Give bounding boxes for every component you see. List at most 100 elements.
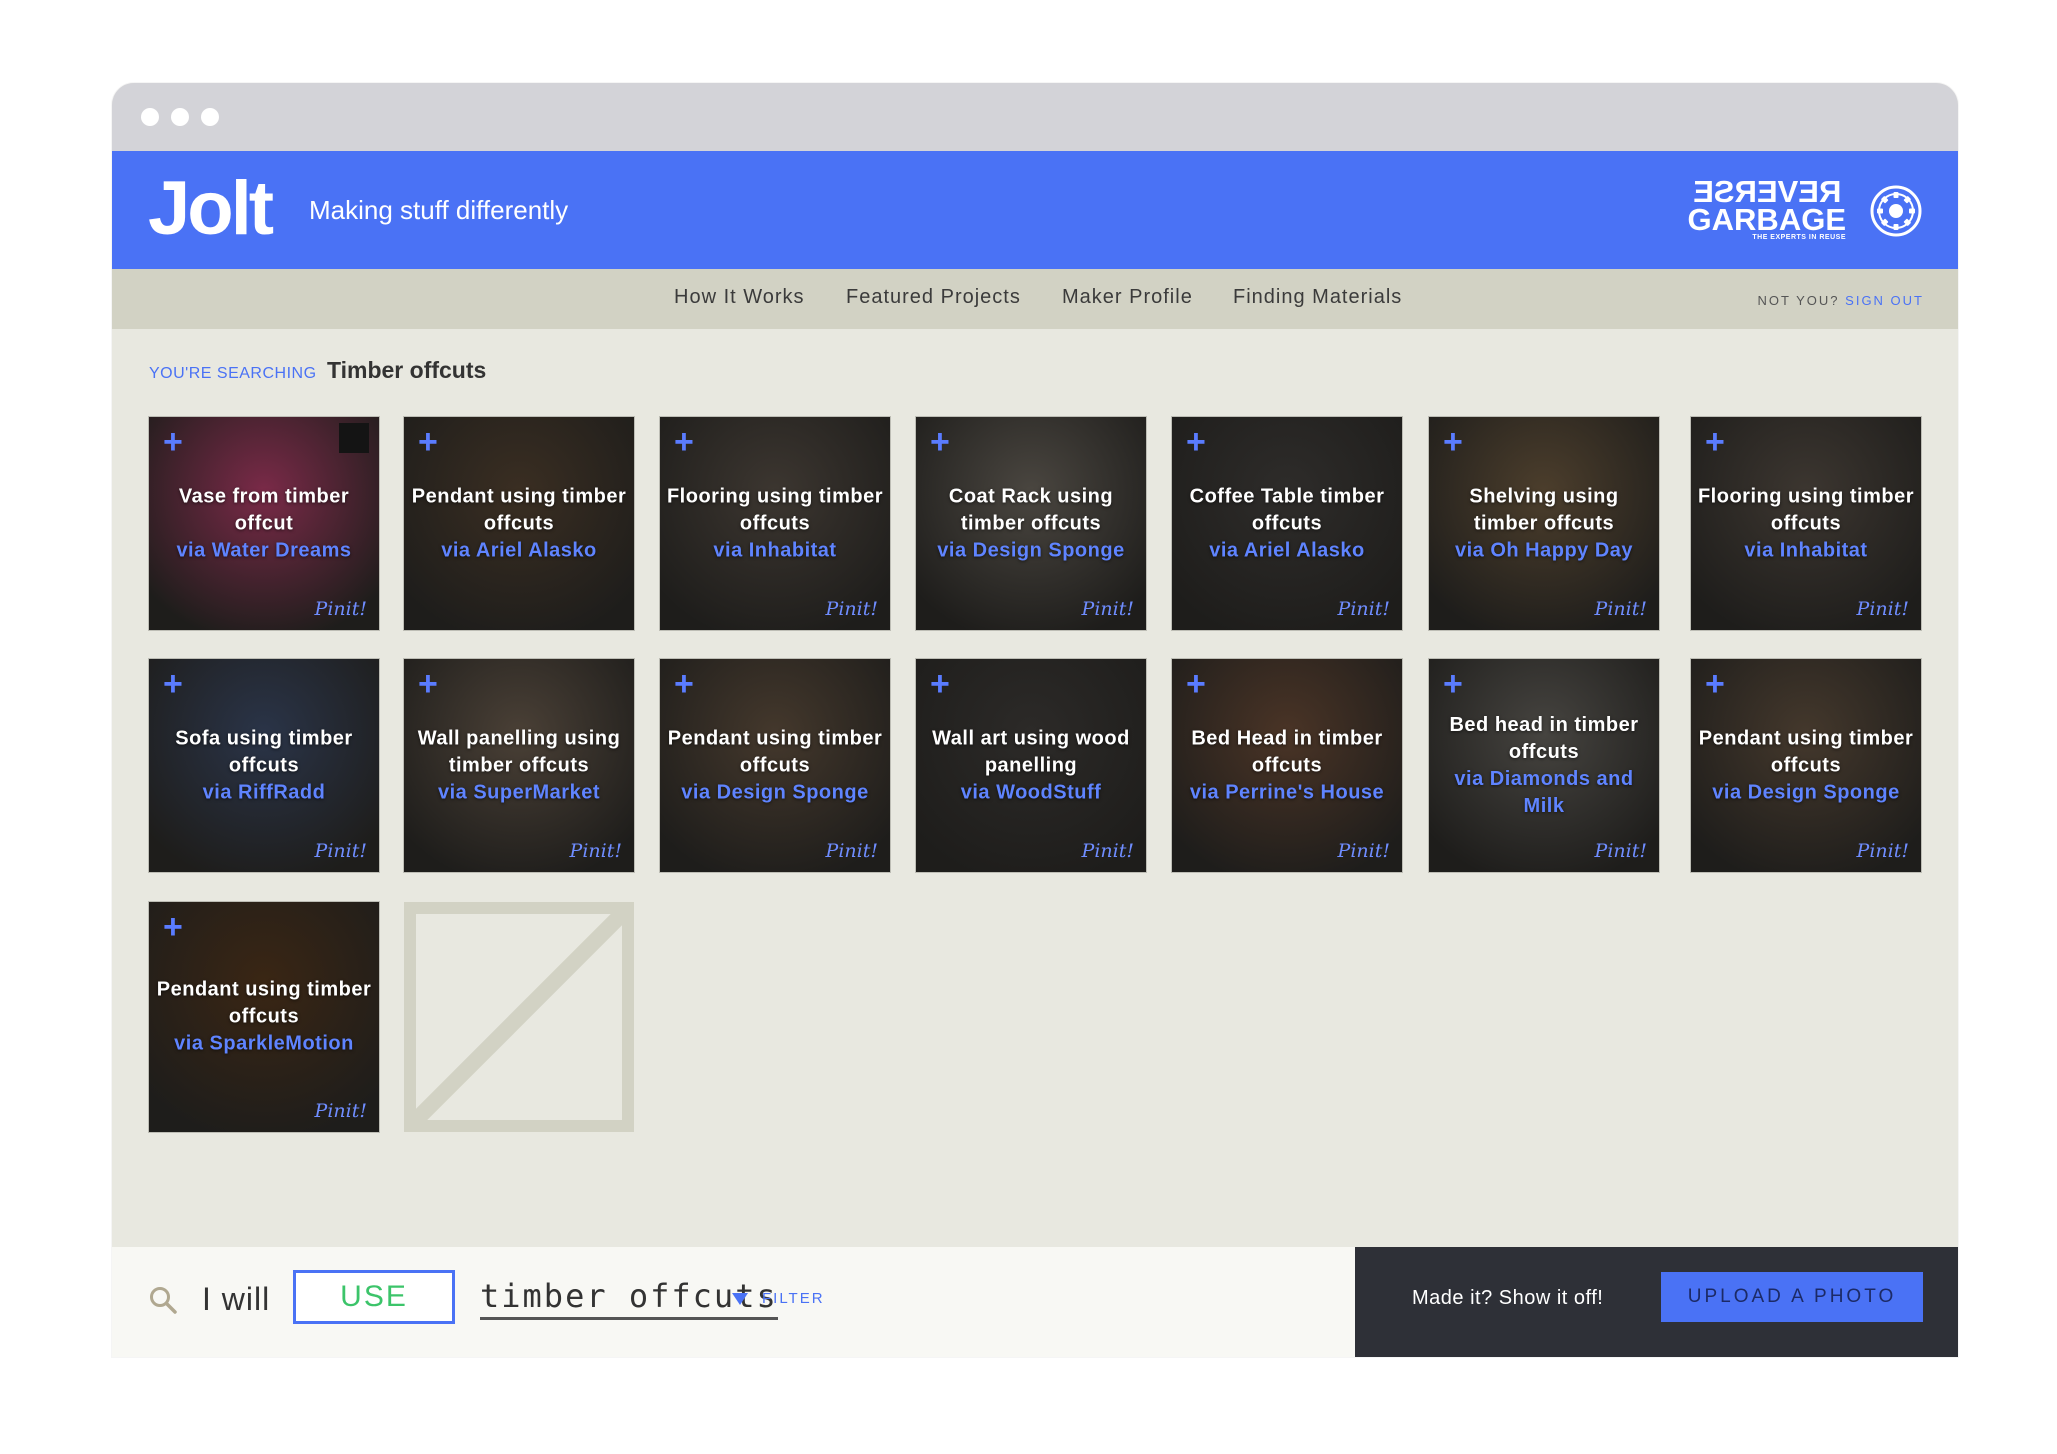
tile-title: Coffee Table timber offcuts bbox=[1189, 485, 1385, 534]
gear-icon bbox=[1870, 185, 1922, 237]
tile-source-link[interactable]: via WoodStuff bbox=[922, 779, 1140, 806]
add-icon[interactable]: + bbox=[1443, 667, 1463, 701]
project-tile[interactable]: + Sofa using timber offcuts via RiffRadd … bbox=[149, 659, 379, 872]
pinit-button[interactable]: Pinit! bbox=[1595, 840, 1647, 862]
project-tile[interactable]: + Flooring using timber offcuts via Inhab… bbox=[660, 417, 890, 630]
filter-toggle[interactable]: FILTER bbox=[732, 1290, 825, 1307]
pinit-button[interactable]: Pinit! bbox=[315, 840, 367, 862]
tile-caption: Pendant using timber offcuts via Design S… bbox=[1691, 725, 1921, 806]
add-icon[interactable]: + bbox=[163, 910, 183, 944]
tile-source-link[interactable]: via Ariel Alasko bbox=[1178, 537, 1396, 564]
tile-source-link[interactable]: via Oh Happy Day bbox=[1435, 537, 1653, 564]
pinit-button[interactable]: Pinit! bbox=[1857, 840, 1909, 862]
add-icon[interactable]: + bbox=[1443, 425, 1463, 459]
project-tile[interactable]: + Wall art using wood panelling via WoodS… bbox=[916, 659, 1146, 872]
tile-source-link[interactable]: via Ariel Alasko bbox=[410, 537, 628, 564]
pinit-button[interactable]: Pinit! bbox=[826, 840, 878, 862]
project-tile[interactable]: + Shelving using timber offcuts via Oh Ha… bbox=[1429, 417, 1659, 630]
project-tile[interactable]: + Pendant using timber offcuts via Sparkl… bbox=[149, 902, 379, 1132]
add-icon[interactable]: + bbox=[418, 667, 438, 701]
project-tile[interactable]: + Flooring using timber offcuts via Inhab… bbox=[1691, 417, 1921, 630]
empty-tile-placeholder bbox=[404, 902, 634, 1132]
pinit-button[interactable]: Pinit! bbox=[1595, 598, 1647, 620]
nav-featured-projects[interactable]: Featured Projects bbox=[846, 286, 1021, 309]
tile-title: Wall art using wood panelling bbox=[932, 727, 1130, 776]
pinit-button[interactable]: Pinit! bbox=[1338, 840, 1390, 862]
search-term: Timber offcuts bbox=[326, 357, 487, 383]
window-dot-icon[interactable] bbox=[201, 108, 219, 126]
nav-maker-profile[interactable]: Maker Profile bbox=[1062, 286, 1193, 309]
pinit-button[interactable]: Pinit! bbox=[1082, 598, 1134, 620]
tile-caption: Flooring using timber offcuts via Inhabit… bbox=[1691, 483, 1921, 564]
pinit-button[interactable]: Pinit! bbox=[1082, 840, 1134, 862]
main-nav: How It Works Featured Projects Maker Pro… bbox=[112, 269, 1958, 329]
tile-title: Bed head in timber offcuts bbox=[1449, 713, 1639, 763]
tile-source-link[interactable]: via Diamonds and Milk bbox=[1435, 766, 1653, 820]
tile-caption: Coat Rack using timber offcuts via Design… bbox=[916, 483, 1146, 564]
project-tile[interactable]: + Pendant using timber offcuts via Design… bbox=[1691, 659, 1921, 872]
tile-caption: Bed Head in timber offcuts via Perrine's … bbox=[1172, 725, 1402, 806]
pinit-button[interactable]: Pinit! bbox=[1338, 598, 1390, 620]
tagline: Making stuff differently bbox=[309, 195, 569, 225]
add-icon[interactable]: + bbox=[1186, 425, 1206, 459]
project-tile[interactable]: + Vase from timber offcut via Water Dream… bbox=[149, 417, 379, 630]
add-icon[interactable]: + bbox=[163, 667, 183, 701]
project-tile[interactable]: + Bed head in timber offcuts via Diamonds… bbox=[1429, 659, 1659, 872]
tile-title: Flooring using timber offcuts bbox=[1697, 485, 1915, 534]
tile-source-link[interactable]: via Inhabitat bbox=[666, 537, 884, 564]
search-icon[interactable] bbox=[148, 1285, 178, 1315]
tile-caption: Vase from timber offcut via Water Dreams bbox=[149, 483, 379, 564]
tile-source-link[interactable]: via SparkleMotion bbox=[155, 1031, 373, 1058]
not-you-label: NOT YOU? bbox=[1757, 293, 1840, 308]
project-tile[interactable]: + Wall panelling using timber offcuts via… bbox=[404, 659, 634, 872]
tile-source-link[interactable]: via RiffRadd bbox=[155, 779, 373, 806]
project-tile[interactable]: + Pendant using timber offcuts via Ariel … bbox=[404, 417, 634, 630]
tile-title: Sofa using timber offcuts bbox=[175, 727, 353, 776]
reverse-garbage-logo[interactable]: REVERSE GARBAGE THE EXPERTS IN REUSE bbox=[1687, 174, 1846, 242]
add-icon[interactable]: + bbox=[163, 425, 183, 459]
pinit-button[interactable]: Pinit! bbox=[1857, 598, 1909, 620]
add-icon[interactable]: + bbox=[930, 667, 950, 701]
tile-title: Shelving using timber offcuts bbox=[1469, 485, 1619, 534]
reverse-garbage-logo-bottom: GARBAGE bbox=[1687, 202, 1846, 237]
tile-source-link[interactable]: via Design Sponge bbox=[666, 779, 884, 806]
add-icon[interactable]: + bbox=[1186, 667, 1206, 701]
tile-title: Bed Head in timber offcuts bbox=[1191, 727, 1383, 776]
tile-source-link[interactable]: via Inhabitat bbox=[1697, 537, 1915, 564]
tile-caption: Wall panelling using timber offcuts via S… bbox=[404, 725, 634, 806]
tile-source-link[interactable]: via SuperMarket bbox=[410, 779, 628, 806]
window-dot-icon[interactable] bbox=[141, 108, 159, 126]
add-icon[interactable]: + bbox=[1705, 425, 1725, 459]
project-tile[interactable]: + Pendant using timber offcuts via Design… bbox=[660, 659, 890, 872]
project-tile[interactable]: + Coat Rack using timber offcuts via Desi… bbox=[916, 417, 1146, 630]
tile-caption: Bed head in timber offcuts via Diamonds a… bbox=[1429, 712, 1659, 820]
project-tile[interactable]: + Bed Head in timber offcuts via Perrine'… bbox=[1172, 659, 1402, 872]
nav-finding-materials[interactable]: Finding Materials bbox=[1233, 286, 1402, 309]
upload-bar: Made it? Show it off! UPLOAD A PHOTO bbox=[1355, 1247, 1958, 1357]
add-icon[interactable]: + bbox=[674, 667, 694, 701]
filter-label: FILTER bbox=[762, 1290, 825, 1307]
pinit-button[interactable]: Pinit! bbox=[570, 840, 622, 862]
nav-how-it-works[interactable]: How It Works bbox=[674, 286, 805, 309]
tile-source-link[interactable]: via Water Dreams bbox=[155, 537, 373, 564]
pinit-button[interactable]: Pinit! bbox=[315, 598, 367, 620]
tile-corner-icon bbox=[339, 423, 369, 453]
verb-selector[interactable]: USE bbox=[293, 1270, 455, 1324]
add-icon[interactable]: + bbox=[418, 425, 438, 459]
triangle-down-icon bbox=[732, 1293, 748, 1306]
reverse-garbage-logo-top: REVERSE bbox=[1692, 174, 1841, 209]
pinit-button[interactable]: Pinit! bbox=[315, 1100, 367, 1122]
window-dot-icon[interactable] bbox=[171, 108, 189, 126]
tile-source-link[interactable]: via Design Sponge bbox=[1697, 779, 1915, 806]
add-icon[interactable]: + bbox=[674, 425, 694, 459]
tile-source-link[interactable]: via Design Sponge bbox=[922, 537, 1140, 564]
tile-caption: Coffee Table timber offcuts via Ariel Ala… bbox=[1172, 483, 1402, 564]
tile-source-link[interactable]: via Perrine's House bbox=[1178, 779, 1396, 806]
add-icon[interactable]: + bbox=[1705, 667, 1725, 701]
sign-out-link[interactable]: SIGN OUT bbox=[1845, 293, 1924, 308]
pinit-button[interactable]: Pinit! bbox=[826, 598, 878, 620]
jolt-logo[interactable]: Jolt bbox=[148, 165, 274, 252]
project-tile[interactable]: + Coffee Table timber offcuts via Ariel A… bbox=[1172, 417, 1402, 630]
add-icon[interactable]: + bbox=[930, 425, 950, 459]
upload-photo-button[interactable]: UPLOAD A PHOTO bbox=[1661, 1272, 1923, 1322]
